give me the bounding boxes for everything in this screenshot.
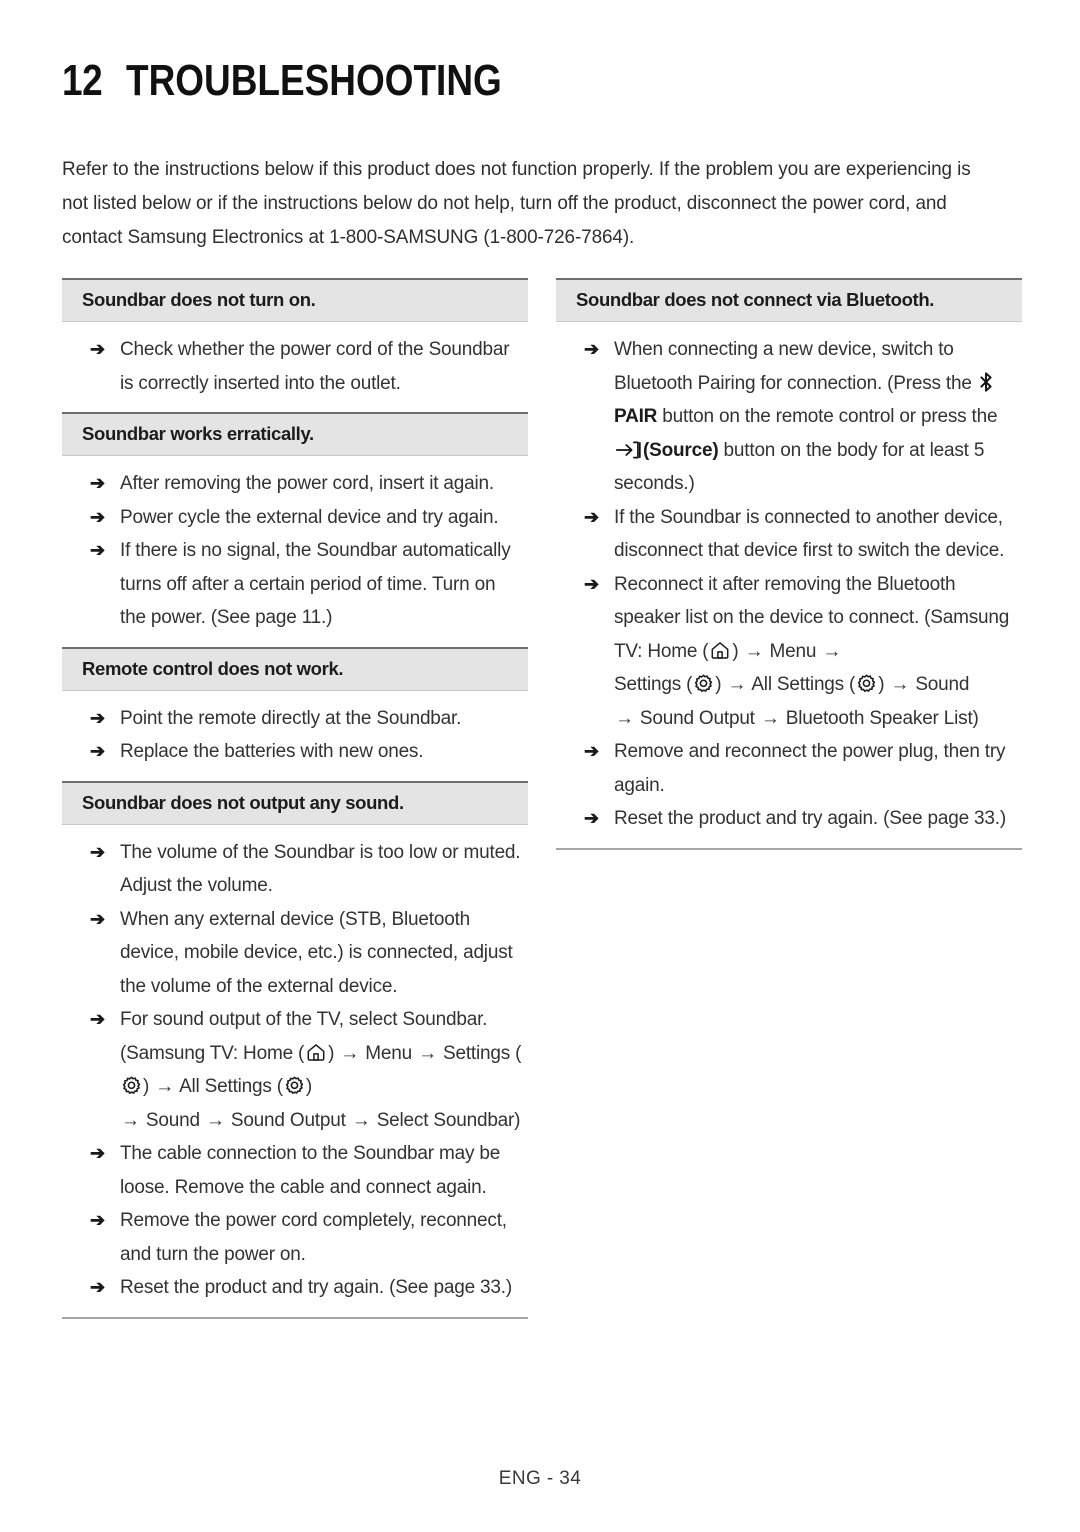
- home-icon: [305, 1042, 327, 1063]
- path-arrow-icon: →: [615, 707, 634, 729]
- bullet-list-erratic: ➔ After removing the power cord, insert …: [62, 456, 528, 647]
- arrow-bullet-icon: ➔: [90, 1277, 105, 1297]
- gear-icon: [693, 673, 714, 694]
- arrow-bullet-icon: ➔: [584, 741, 599, 761]
- bullet-list-power-on: ➔ Check whether the power cord of the So…: [62, 322, 528, 412]
- arrow-bullet-icon: ➔: [90, 1143, 105, 1163]
- list-item: ➔ After removing the power cord, insert …: [62, 467, 528, 501]
- path-arrow-icon: →: [351, 1109, 371, 1131]
- arrow-bullet-icon: ➔: [90, 1009, 105, 1029]
- arrow-bullet-icon: ➔: [90, 540, 105, 560]
- page-title: 12 TROUBLESHOOTING: [62, 0, 1018, 106]
- arrow-bullet-icon: ➔: [90, 707, 105, 728]
- list-item: ➔ The cable connection to the Soundbar m…: [62, 1137, 528, 1204]
- path-arrow-icon: →: [822, 640, 842, 662]
- path-arrow-icon: →: [744, 640, 764, 662]
- list-item: ➔ Power cycle the external device and tr…: [62, 501, 528, 535]
- list-item: ➔ Reset the product and try again. (See …: [62, 1271, 528, 1305]
- section-header-erratic: Soundbar works erratically.: [62, 412, 528, 456]
- arrow-bullet-icon: ➔: [90, 1210, 105, 1230]
- path-arrow-icon: →: [121, 1109, 140, 1131]
- intro-paragraph: Refer to the instructions below if this …: [62, 158, 971, 248]
- bluetooth-pairing-text: When connecting a new device, switch to …: [614, 339, 998, 494]
- document-page: 12 TROUBLESHOOTING Refer to the instruct…: [0, 0, 1080, 1532]
- list-item: ➔ Replace the batteries with new ones.: [62, 735, 528, 769]
- chapter-title: TROUBLESHOOTING: [125, 56, 502, 105]
- section-header-power-on: Soundbar does not turn on.: [62, 278, 528, 322]
- list-item: ➔ The volume of the Soundbar is too low …: [62, 836, 528, 903]
- path-arrow-icon: →: [340, 1042, 360, 1064]
- arrow-bullet-icon: ➔: [90, 841, 105, 862]
- arrow-bullet-icon: ➔: [584, 573, 599, 594]
- bullet-list-remote: ➔ Point the remote directly at the Sound…: [62, 691, 528, 781]
- page-footer: ENG - 34: [498, 1468, 582, 1489]
- gear-icon: [856, 673, 877, 694]
- source-input-icon: [615, 440, 642, 460]
- section-header-no-sound: Soundbar does not output any sound.: [62, 780, 528, 825]
- gear-icon: [284, 1075, 305, 1096]
- section-header-remote: Remote control does not work.: [62, 646, 528, 691]
- chapter-number: 12: [62, 56, 103, 105]
- path-arrow-icon: →: [760, 707, 780, 729]
- tv-sound-path-text: For sound output of the TV, select Sound…: [120, 1009, 522, 1131]
- list-item: ➔ If the Soundbar is connected to anothe…: [556, 501, 1022, 568]
- list-item-bluetooth-pairing: ➔ When connecting a new device, switch t…: [556, 333, 1022, 501]
- home-icon: [709, 640, 731, 661]
- list-item: ➔ Point the remote directly at the Sound…: [62, 702, 528, 736]
- list-item: ➔ If there is no signal, the Soundbar au…: [62, 534, 528, 635]
- content-columns: Soundbar does not turn on. ➔ Check wheth…: [62, 278, 1022, 1319]
- path-arrow-icon: →: [155, 1076, 175, 1097]
- path-arrow-icon: →: [890, 674, 910, 695]
- path-arrow-icon: →: [205, 1109, 225, 1131]
- gear-icon: [121, 1075, 142, 1096]
- list-item-tv-sound-path: ➔ For sound output of the TV, select Sou…: [62, 1003, 528, 1137]
- list-item: ➔ Check whether the power cord of the So…: [62, 333, 528, 400]
- list-item: ➔ When any external device (STB, Bluetoo…: [62, 903, 528, 1004]
- section-header-bluetooth: Soundbar does not connect via Bluetooth.: [556, 278, 1022, 322]
- arrow-bullet-icon: ➔: [90, 473, 105, 493]
- bluetooth-icon: [978, 371, 994, 393]
- arrow-bullet-icon: ➔: [584, 808, 599, 828]
- right-column-closing-rule: [556, 847, 1022, 850]
- arrow-bullet-icon: ➔: [584, 506, 599, 527]
- left-column: Soundbar does not turn on. ➔ Check wheth…: [62, 278, 528, 1319]
- path-arrow-icon: →: [727, 674, 747, 695]
- list-item: ➔ Remove the power cord completely, reco…: [62, 1204, 528, 1271]
- list-item: ➔ Remove and reconnect the power plug, t…: [556, 735, 1022, 802]
- path-arrow-icon: →: [418, 1042, 437, 1064]
- bullet-list-no-sound: ➔ The volume of the Soundbar is too low …: [62, 825, 528, 1317]
- bt-speaker-path-text: Reconnect it after removing the Bluetoot…: [614, 573, 1010, 729]
- arrow-bullet-icon: ➔: [90, 339, 105, 359]
- bullet-list-bluetooth: ➔ When connecting a new device, switch t…: [556, 322, 1022, 848]
- list-item-bt-speaker-path: ➔ Reconnect it after removing the Blueto…: [556, 568, 1022, 736]
- arrow-bullet-icon: ➔: [584, 339, 599, 359]
- right-column: Soundbar does not connect via Bluetooth.…: [556, 278, 1022, 850]
- arrow-bullet-icon: ➔: [90, 741, 105, 761]
- left-column-closing-rule: [62, 1316, 528, 1319]
- list-item: ➔ Reset the product and try again. (See …: [556, 802, 1022, 836]
- arrow-bullet-icon: ➔: [90, 506, 105, 527]
- arrow-bullet-icon: ➔: [90, 908, 105, 929]
